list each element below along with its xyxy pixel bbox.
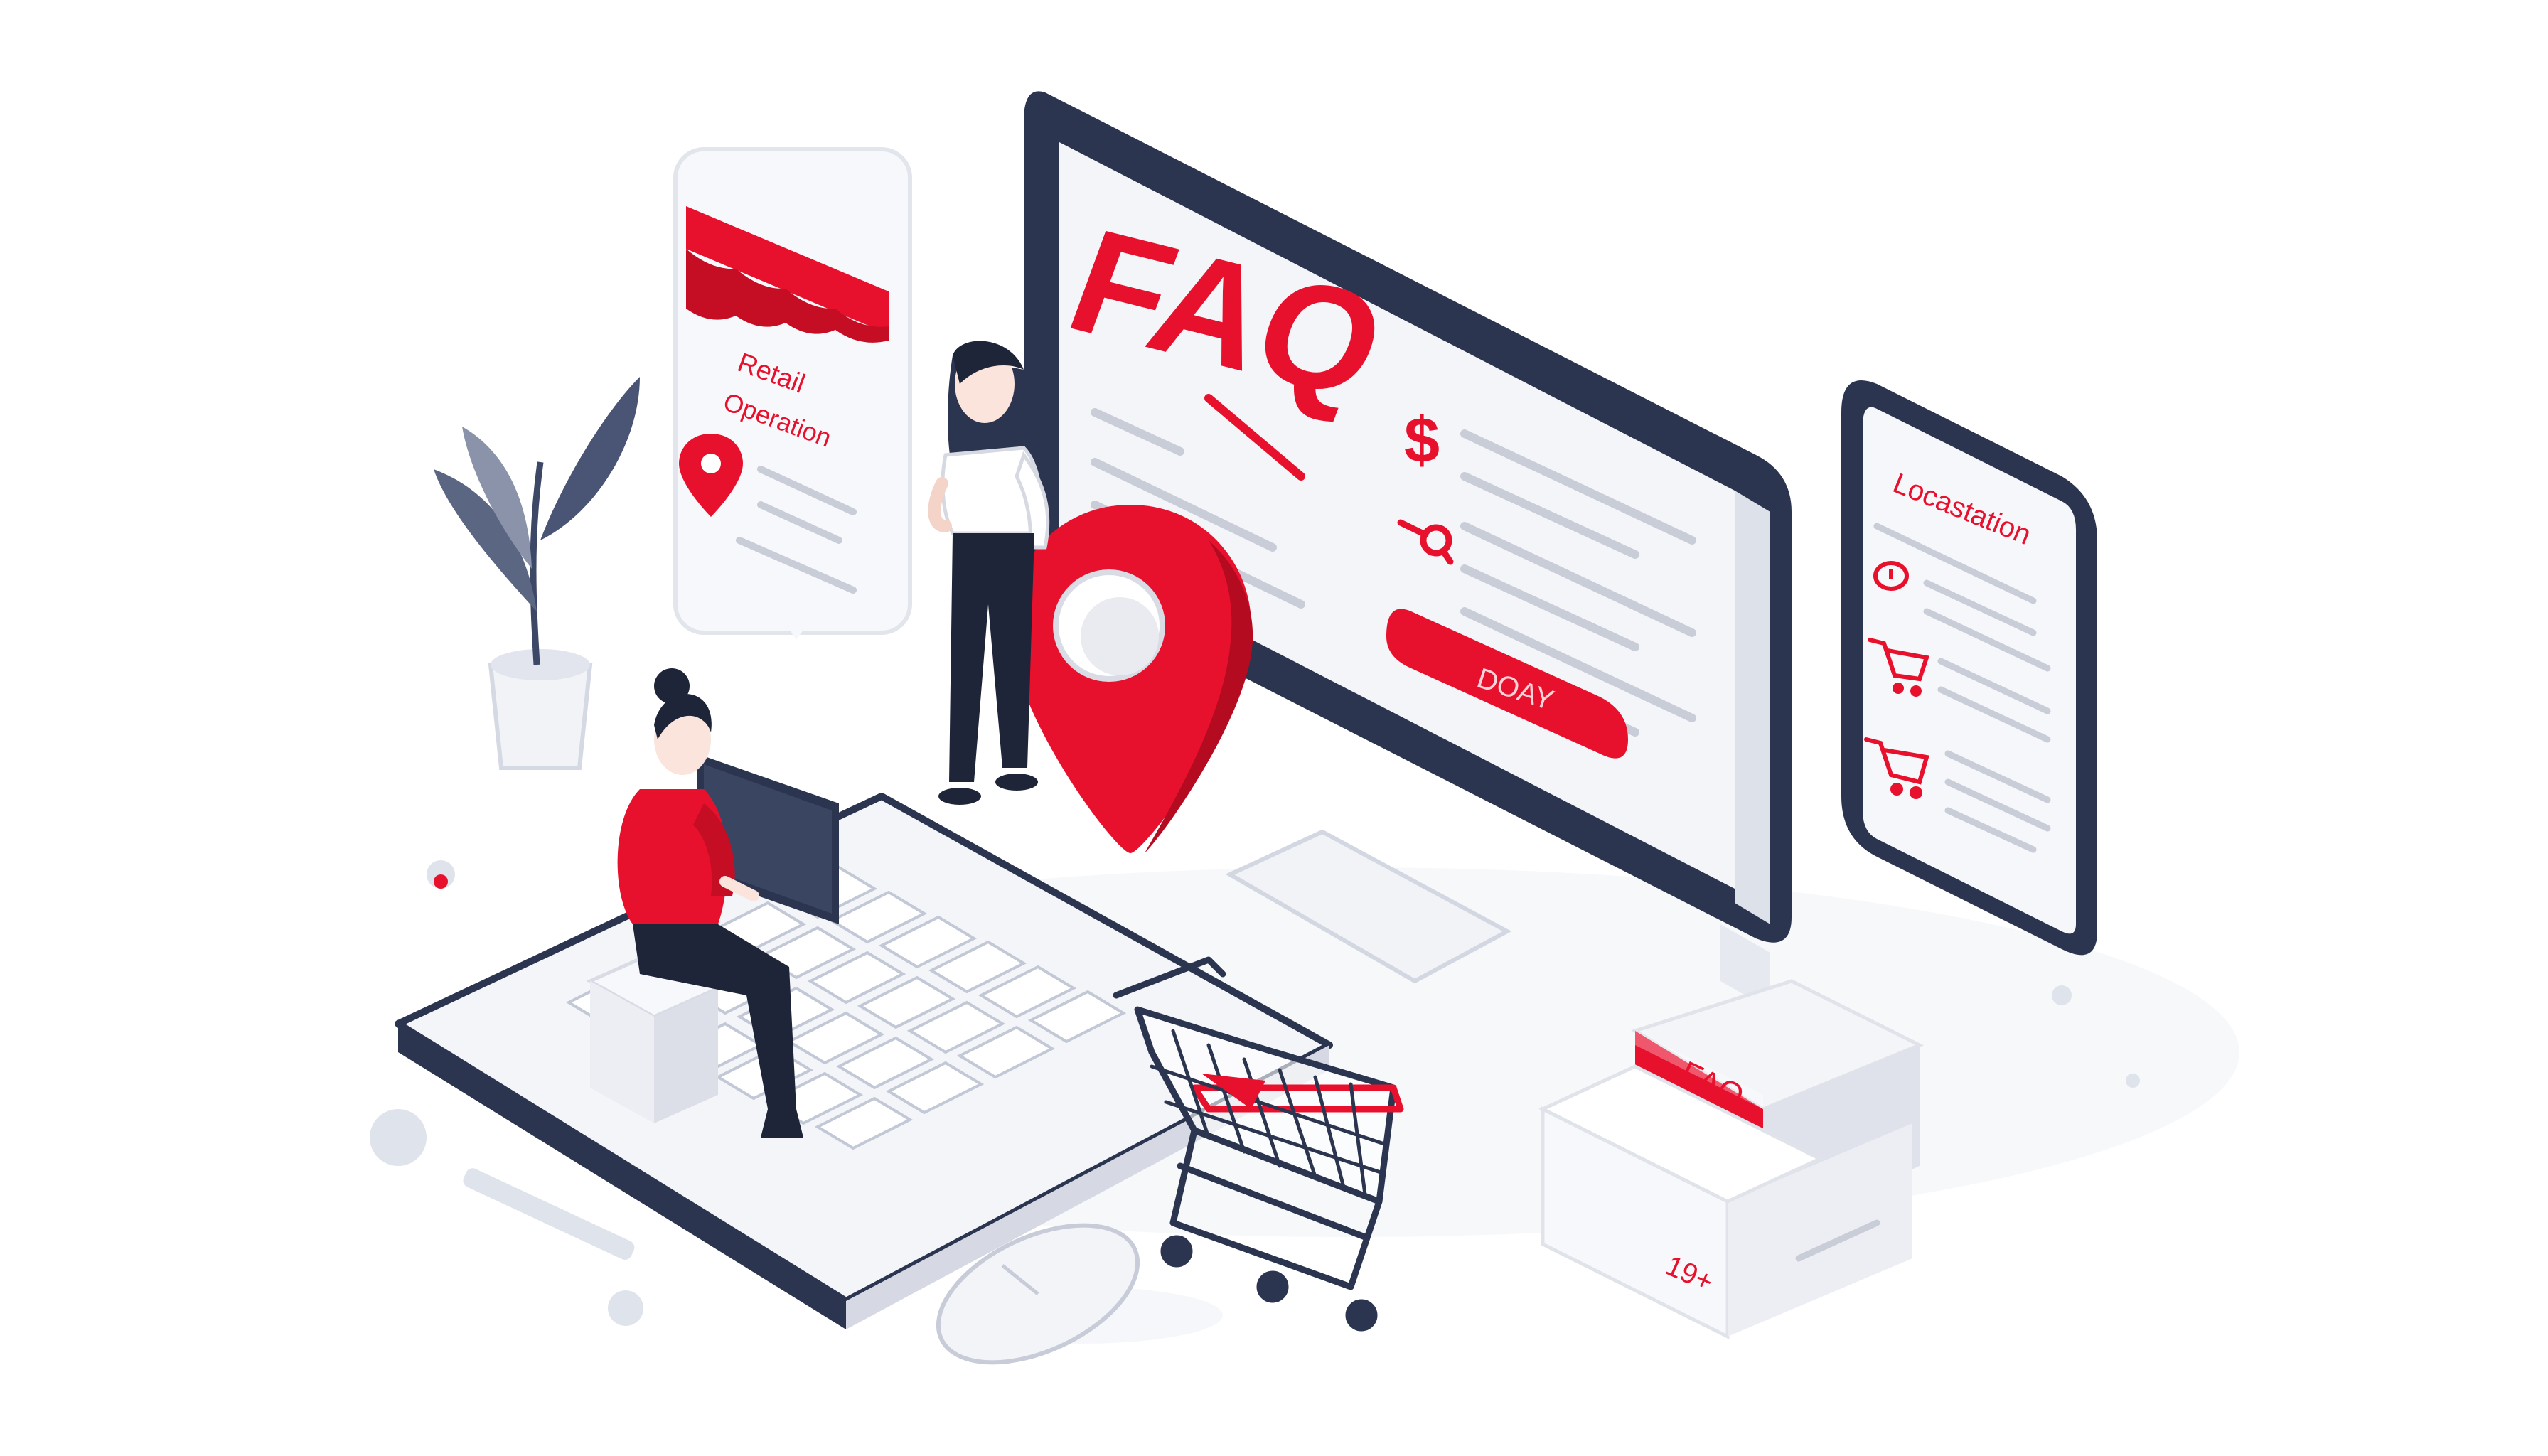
isometric-faq-illustration: Retail Operation FAQ $ DOAY Locastation … — [370, 91, 2239, 1365]
decorative-red-dot — [434, 874, 448, 889]
monitor-symbol: $ — [1404, 405, 1440, 476]
plant — [434, 377, 640, 770]
store-card: Retail Operation — [673, 147, 912, 640]
person-standing — [928, 341, 1050, 805]
phone: Locastation — [1841, 380, 2097, 956]
location-pin-icon — [1010, 505, 1253, 853]
